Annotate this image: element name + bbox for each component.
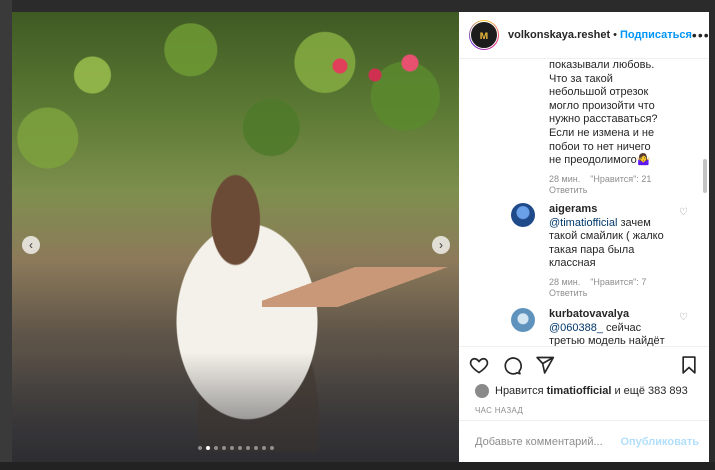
backdrop	[0, 0, 12, 470]
comment-meta: 28 мин. "Нравится": 7 Ответить	[549, 277, 674, 299]
comment-mention[interactable]: @timatiofficial	[549, 217, 617, 229]
comments-scrollbar[interactable]	[703, 159, 707, 193]
comment-text: aigerams @timatiofficial зачем такой сма…	[549, 203, 664, 270]
chevron-right-icon: ›	[439, 238, 443, 252]
comment-text: kurbatovavalya @060388_ сейчас третью мо…	[549, 308, 665, 346]
comments-list[interactable]: показывали любовь. Что за такой небольшо…	[459, 59, 709, 346]
post-timestamp: ЧАС НАЗАД	[475, 405, 524, 415]
carousel-dot	[230, 446, 234, 450]
follow-button[interactable]: Подписаться	[620, 29, 692, 41]
comment-likes[interactable]: "Нравится": 7	[590, 277, 646, 287]
carousel-dot	[222, 446, 226, 450]
carousel-dot	[238, 446, 242, 450]
post-username[interactable]: volkonskaya.reshet	[508, 29, 610, 41]
comment-username[interactable]: kurbatovavalya	[549, 308, 629, 320]
photo-flowers	[312, 42, 452, 102]
avatar[interactable]: ᴍ	[469, 20, 499, 50]
avatar[interactable]	[511, 308, 535, 332]
comment-body: aigerams @timatiofficial зачем такой сма…	[549, 203, 674, 299]
carousel-dot	[214, 446, 218, 450]
carousel-dot	[270, 446, 274, 450]
avatar[interactable]	[475, 384, 489, 398]
add-comment-bar: Добавьте комментарий... Опубликовать	[459, 420, 709, 462]
more-options-icon[interactable]: •••	[692, 27, 710, 43]
comment-body: kurbatovavalya @060388_ сейчас третью мо…	[549, 308, 674, 346]
comment-bubble-icon[interactable]	[502, 355, 522, 375]
reply-button[interactable]: Ответить	[549, 185, 587, 195]
post-photo[interactable]: ‹ ›	[12, 12, 459, 462]
like-comment-heart-icon[interactable]: ♡	[679, 207, 688, 218]
carousel-prev-button[interactable]: ‹	[22, 236, 40, 254]
comment-mention[interactable]: @060388_	[549, 322, 603, 334]
carousel-indicator	[198, 446, 274, 450]
carousel-dot	[246, 446, 250, 450]
carousel-dot	[206, 446, 210, 450]
comment-time: 28 мин.	[549, 276, 581, 287]
post-sidebar: ᴍ volkonskaya.reshet • Подписаться ••• п…	[459, 12, 709, 462]
comment-text: показывали любовь. Что за такой небольшо…	[549, 59, 658, 167]
comment-likes[interactable]: "Нравится": 21	[590, 174, 651, 184]
carousel-dot	[198, 446, 202, 450]
heart-icon[interactable]	[469, 355, 489, 375]
carousel-dot	[254, 446, 258, 450]
header-separator: •	[613, 29, 617, 41]
share-paper-plane-icon[interactable]	[535, 355, 555, 375]
chevron-left-icon: ‹	[29, 238, 33, 252]
likes-summary: Нравится timatiofficial и ещё 383 893	[459, 382, 709, 400]
comment-meta: 28 мин. "Нравится": 21 Ответить	[549, 174, 689, 196]
post-modal: ‹ › ᴍ volkonskaya.reshet • Подписаться •…	[12, 12, 709, 462]
bookmark-icon[interactable]	[679, 355, 699, 375]
carousel-next-button[interactable]: ›	[432, 236, 450, 254]
avatar[interactable]	[511, 203, 535, 227]
like-comment-heart-icon[interactable]: ♡	[679, 312, 688, 323]
comment-time: 28 мин.	[549, 173, 581, 184]
comment-item: aigerams @timatiofficial зачем такой сма…	[511, 203, 688, 299]
comment-username[interactable]: aigerams	[549, 203, 597, 215]
likes-text[interactable]: Нравится timatiofficial и ещё 383 893	[495, 385, 688, 397]
comment-item: показывали любовь. Что за такой небольшо…	[549, 59, 689, 196]
post-header: ᴍ volkonskaya.reshet • Подписаться •••	[459, 12, 709, 59]
comment-item: kurbatovavalya @060388_ сейчас третью мо…	[511, 308, 688, 346]
post-actions	[459, 346, 709, 382]
reply-button[interactable]: Ответить	[549, 288, 587, 298]
comment-input[interactable]: Добавьте комментарий...	[475, 436, 603, 448]
publish-button[interactable]: Опубликовать	[620, 436, 699, 448]
photo-legs	[262, 267, 459, 307]
backdrop-feed-strip	[0, 462, 715, 470]
carousel-dot	[262, 446, 266, 450]
crown-logo-icon: ᴍ	[470, 21, 498, 49]
